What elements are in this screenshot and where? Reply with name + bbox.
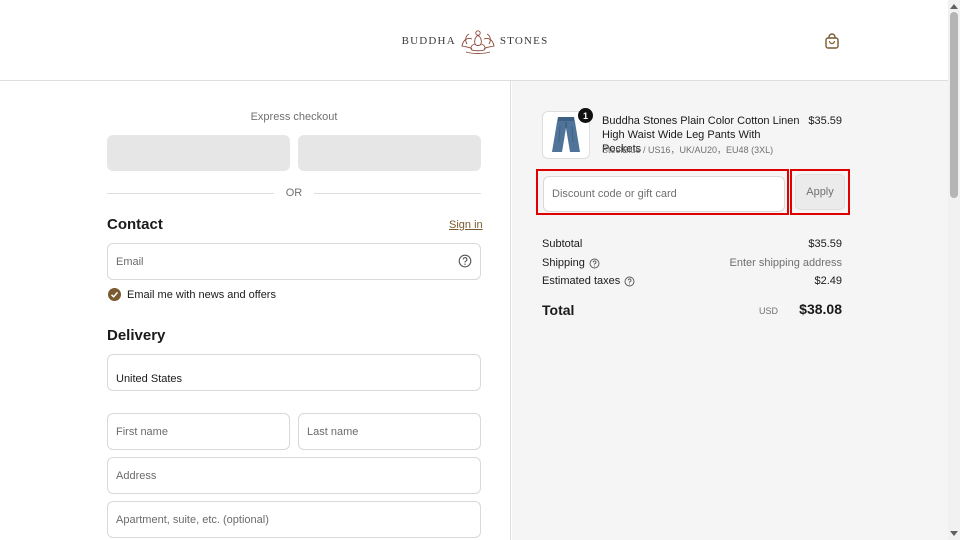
scrollbar-thumb[interactable] (950, 12, 958, 198)
first-name-field[interactable] (107, 413, 290, 450)
apartment-field[interactable] (107, 501, 481, 538)
quantity-badge: 1 (578, 108, 593, 123)
express-pay-button-1[interactable] (107, 135, 290, 171)
wide-leg-pants-image (552, 117, 580, 152)
checkbox-checked[interactable] (108, 288, 121, 301)
shipping-label-group: Shipping (542, 257, 600, 269)
express-pay-button-2[interactable] (298, 135, 481, 171)
apartment-input[interactable] (108, 502, 480, 537)
scroll-down-arrow-icon[interactable] (948, 528, 960, 540)
contact-title: Contact (107, 216, 163, 233)
first-name-input[interactable] (108, 414, 289, 449)
checkout-form-panel: Express checkout OR Contact Sign in Emai… (0, 81, 511, 540)
discount-highlight-box (536, 169, 789, 215)
country-select[interactable]: United States (107, 354, 481, 391)
question-circle-icon[interactable] (624, 276, 635, 287)
address-field[interactable] (107, 457, 481, 494)
brand-logo[interactable]: BUDDHA STONES (400, 26, 550, 56)
or-divider: OR (107, 187, 481, 199)
subtotal-label: Subtotal (542, 238, 583, 250)
email-offers-label: Email me with news and offers (127, 288, 276, 301)
shopping-bag-icon (825, 33, 839, 49)
email-offers-checkbox[interactable]: Email me with news and offers (108, 288, 276, 301)
checkmark-icon (110, 291, 119, 298)
apply-discount-button[interactable]: Apply (795, 174, 845, 210)
logo-text-right: STONES (499, 35, 549, 47)
shipping-label: Shipping (542, 257, 585, 269)
email-field[interactable] (107, 243, 481, 280)
last-name-input[interactable] (299, 414, 480, 449)
address-input[interactable] (108, 458, 480, 493)
shipping-value: Enter shipping address (729, 257, 842, 269)
lotus-buddha-icon (461, 30, 495, 54)
taxes-row: Estimated taxes $2.49 (542, 275, 842, 289)
total-row: Total USD $38.08 (542, 301, 842, 321)
help-circle-icon[interactable] (458, 254, 472, 268)
cart-button[interactable] (822, 31, 842, 51)
last-name-field[interactable] (298, 413, 481, 450)
divider-line-right (314, 193, 481, 194)
order-summary-panel: 1 Buddha Stones Plain Color Cotton Linen… (512, 81, 948, 540)
shipping-row: Shipping Enter shipping address (542, 257, 842, 271)
question-circle-icon[interactable] (589, 258, 600, 269)
subtotal-row: Subtotal $35.59 (542, 238, 842, 252)
discount-code-field[interactable] (543, 176, 785, 212)
discount-code-input[interactable] (544, 177, 784, 211)
total-label: Total (542, 302, 575, 318)
site-header: BUDDHA STONES (0, 0, 948, 81)
sign-in-link[interactable]: Sign in (449, 219, 483, 231)
delivery-title: Delivery (107, 327, 166, 344)
country-value: United States (116, 373, 183, 385)
page-scrollbar[interactable] (948, 0, 960, 540)
email-input[interactable] (108, 244, 480, 279)
taxes-value: $2.49 (814, 275, 842, 287)
total-currency: USD (758, 306, 778, 316)
total-amount: $38.08 (799, 301, 842, 317)
express-checkout-label: Express checkout (250, 111, 338, 123)
subtotal-value: $35.59 (808, 238, 842, 250)
scroll-up-arrow-icon[interactable] (948, 0, 960, 12)
product-price: $35.59 (808, 115, 842, 127)
taxes-label: Estimated taxes (542, 275, 621, 287)
taxes-label-group: Estimated taxes (542, 275, 635, 287)
product-variant: SteelBlue / US16，UK/AU20，EU48 (3XL) (602, 145, 774, 155)
apply-highlight-box: Apply (790, 169, 850, 215)
logo-text-left: BUDDHA (401, 35, 456, 47)
